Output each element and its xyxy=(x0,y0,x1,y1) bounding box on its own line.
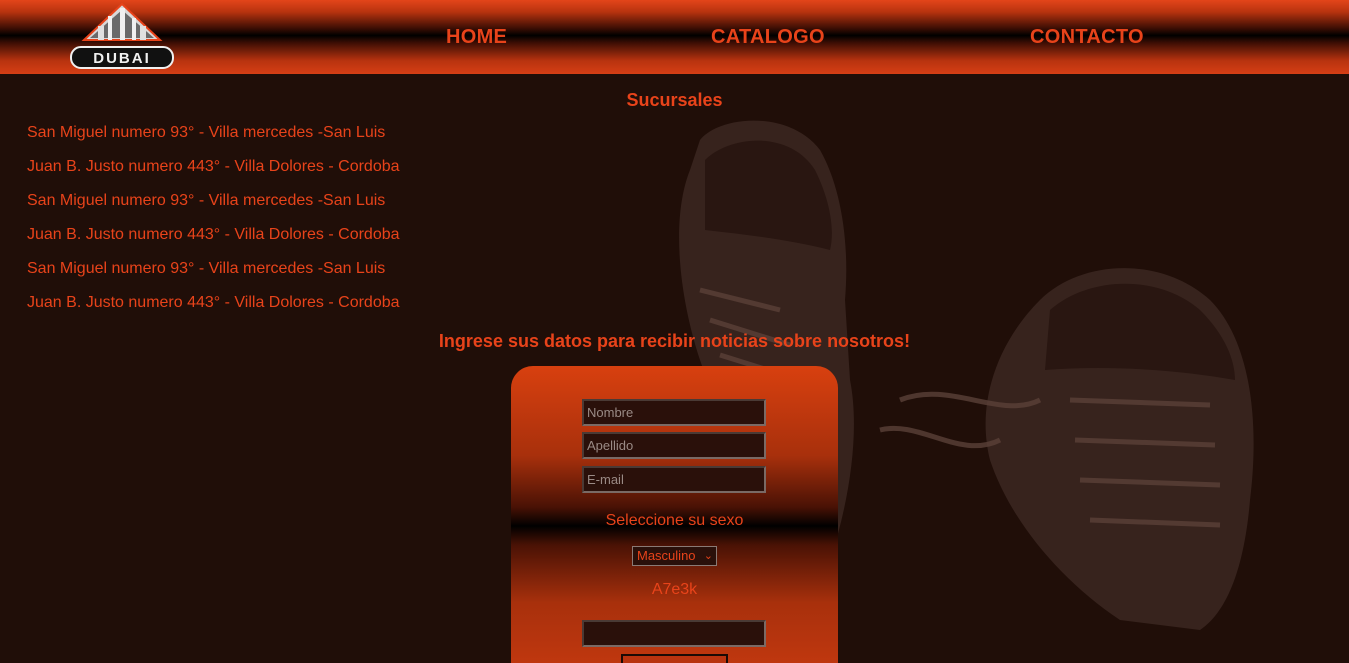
nav-contacto-link[interactable]: CONTACTO xyxy=(1030,25,1144,49)
email-input[interactable] xyxy=(582,466,766,493)
nav-catalogo-link[interactable]: CATALOGO xyxy=(711,25,825,49)
submit-button[interactable] xyxy=(621,654,728,663)
branch-item: Juan B. Justo numero 443° - Villa Dolore… xyxy=(27,158,400,175)
captcha-input[interactable] xyxy=(582,620,766,647)
branch-item: Juan B. Justo numero 443° - Villa Dolore… xyxy=(27,226,400,243)
site-header: DUBAI HOME CATALOGO CONTACTO xyxy=(0,0,1349,74)
branch-item: San Miguel numero 93° - Villa mercedes -… xyxy=(27,260,386,277)
main-content: Sucursales San Miguel numero 93° - Villa… xyxy=(0,74,1349,663)
last-name-input[interactable] xyxy=(582,432,766,459)
branches-title: Sucursales xyxy=(626,90,723,110)
chevron-down-icon: ⌄ xyxy=(703,550,713,562)
branch-item: Juan B. Justo numero 443° - Villa Dolore… xyxy=(27,294,400,311)
branch-item: San Miguel numero 93° - Villa mercedes -… xyxy=(27,192,386,209)
dubai-logo[interactable]: DUBAI xyxy=(68,2,176,72)
captcha-code: A7e3k xyxy=(651,581,698,598)
nav-home-link[interactable]: HOME xyxy=(446,25,507,49)
sex-label: Seleccione su sexo xyxy=(605,512,744,529)
first-name-input[interactable] xyxy=(582,399,766,426)
newsletter-title: Ingrese sus datos para recibir noticias … xyxy=(438,331,911,351)
sex-select-value: Masculino xyxy=(637,548,696,563)
logo-text: DUBAI xyxy=(93,50,151,67)
branch-list: San Miguel numero 93° - Villa mercedes -… xyxy=(27,124,400,328)
sex-select[interactable]: Masculino ⌄ xyxy=(632,546,717,566)
newsletter-form: Seleccione su sexo Masculino ⌄ A7e3k xyxy=(511,366,838,663)
branch-item: San Miguel numero 93° - Villa mercedes -… xyxy=(27,124,386,141)
